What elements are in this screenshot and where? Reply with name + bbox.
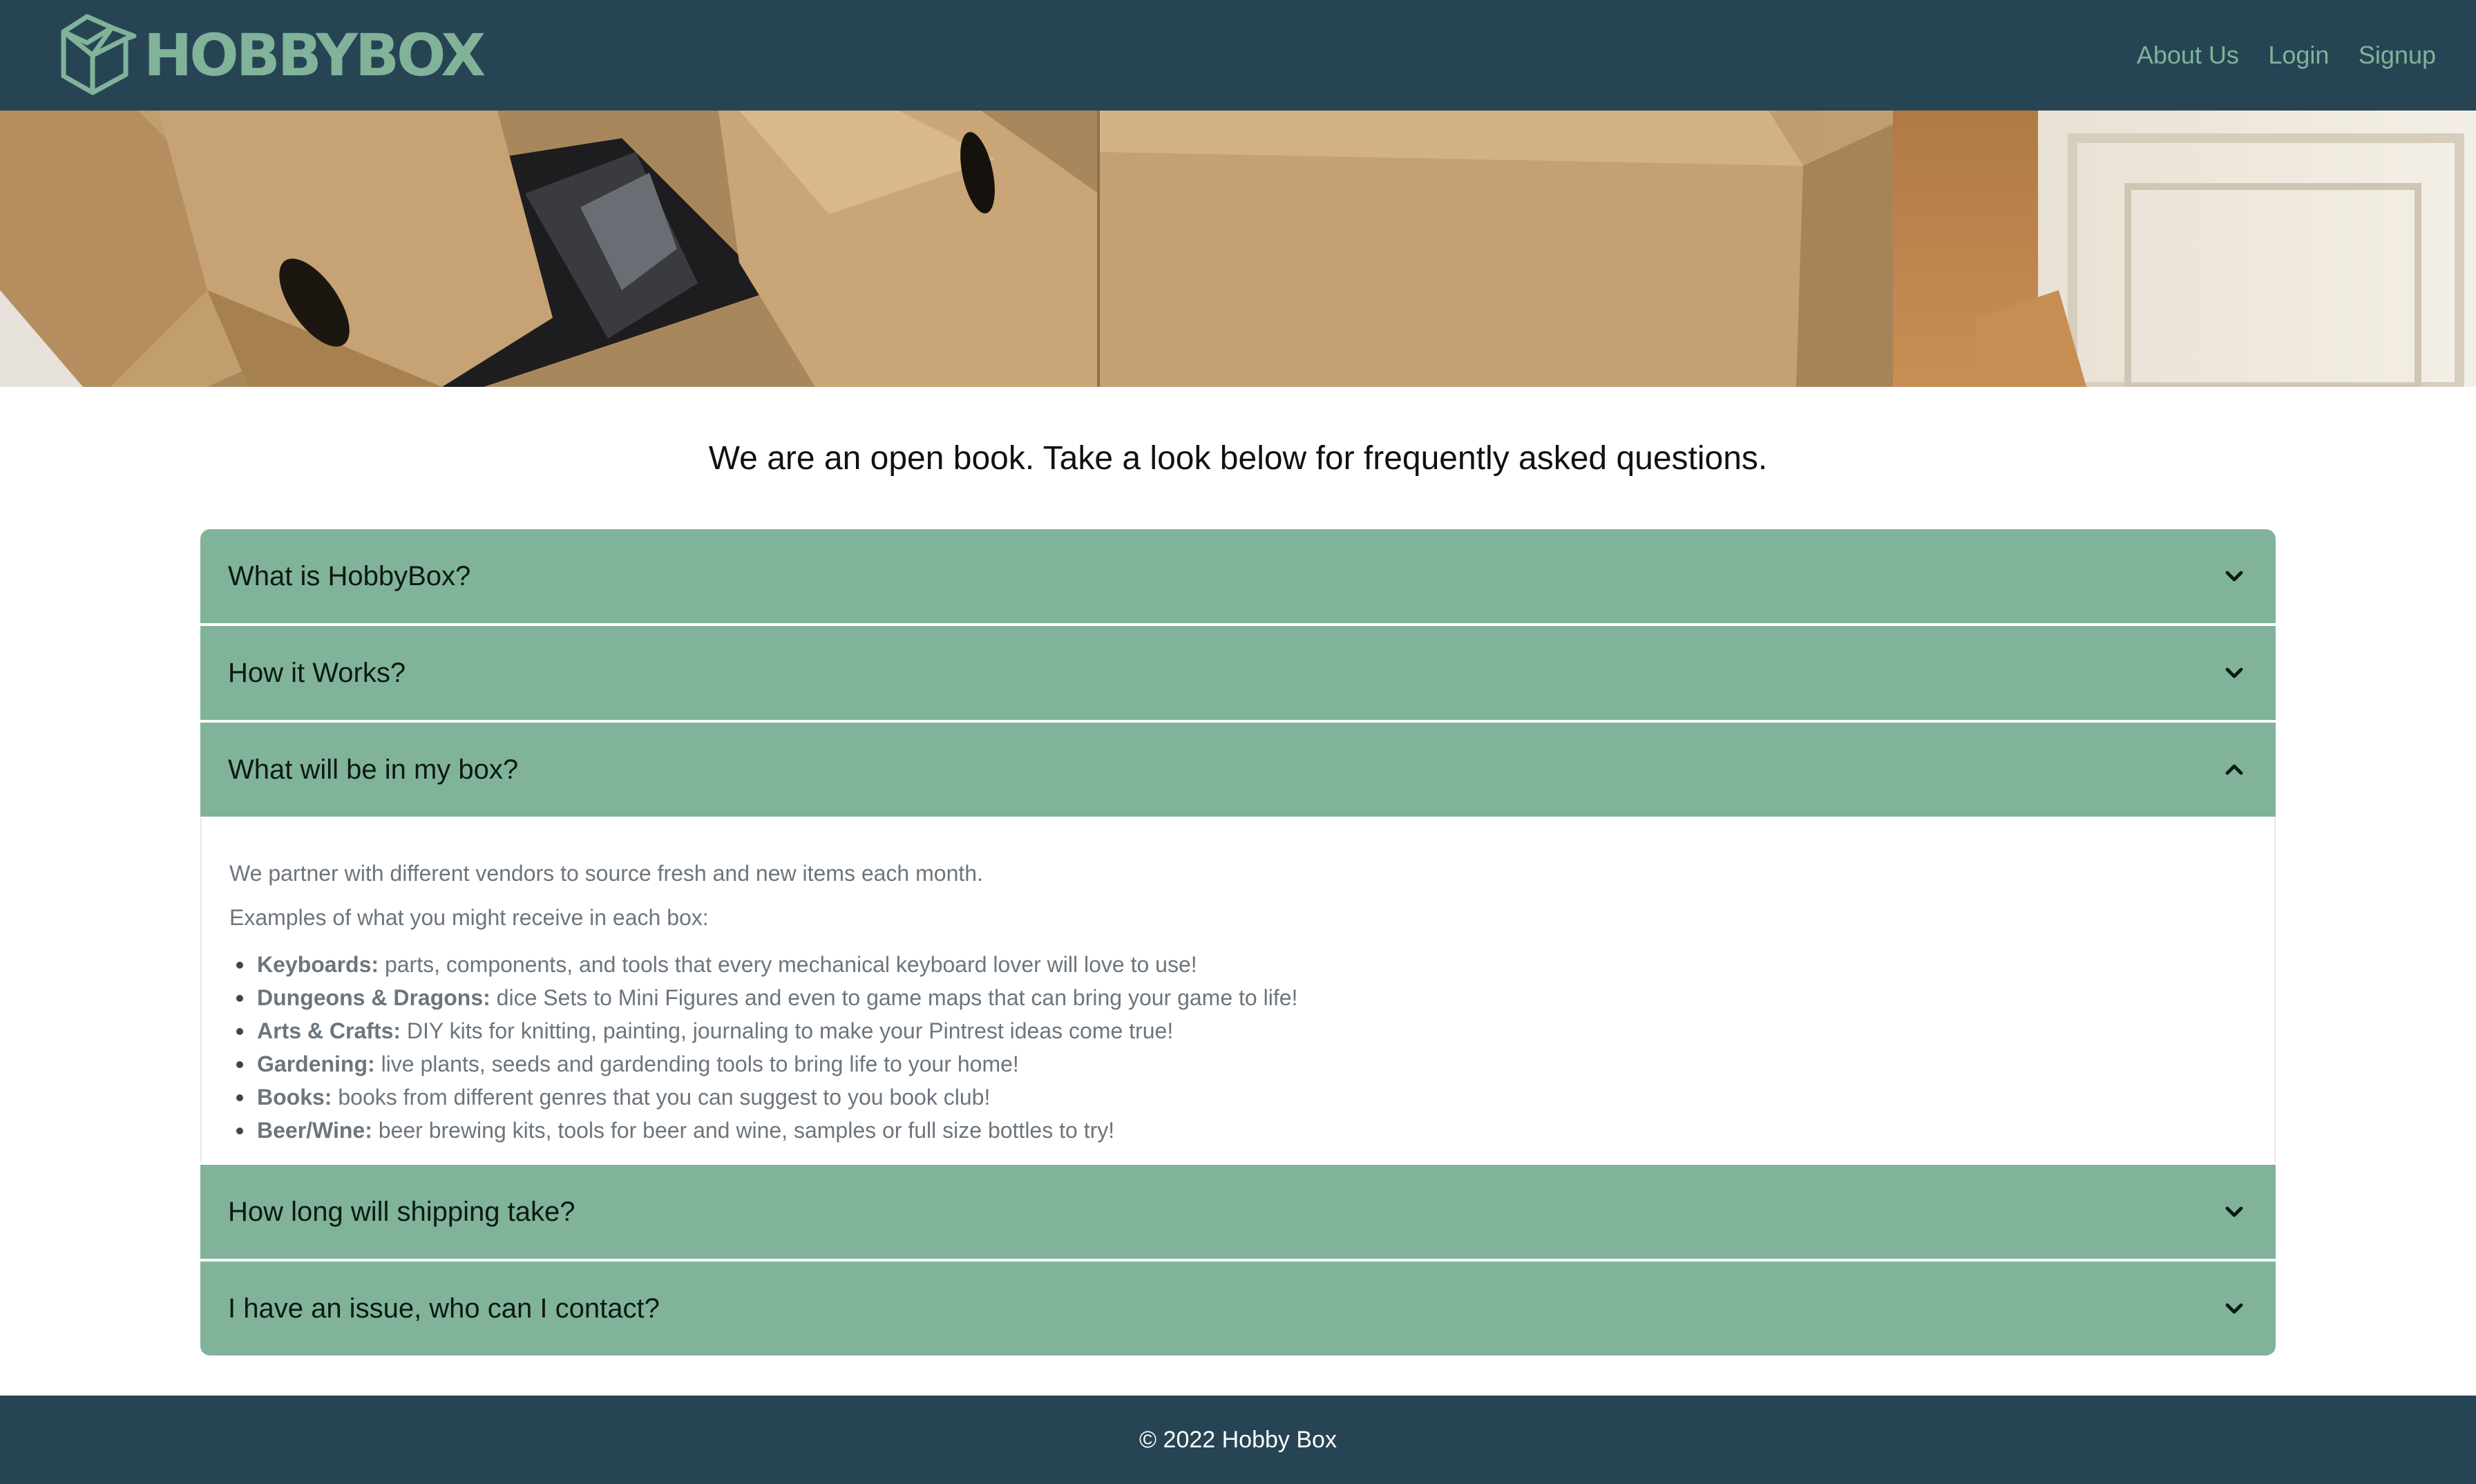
faq-answer-examples-label: Examples of what you might receive in ea… <box>229 905 709 930</box>
chevron-up-icon <box>2225 764 2243 775</box>
list-item-term: Keyboards: <box>257 952 379 977</box>
faq-item: I have an issue, who can I contact? <box>199 1260 2277 1357</box>
nav-login-link[interactable]: Login <box>2268 36 2329 75</box>
list-item-text: dice Sets to Mini Figures and even to ga… <box>490 985 1298 1010</box>
nav-about-us-link[interactable]: About Us <box>2137 36 2239 75</box>
list-item-term: Beer/Wine: <box>257 1118 372 1143</box>
list-item: Books: books from different genres that … <box>236 1081 2247 1114</box>
list-item: Gardening: live plants, seeds and garden… <box>236 1047 2247 1081</box>
faq-accordion: What is HobbyBox? How it Works? What wil… <box>199 528 2277 1357</box>
faq-item: How long will shipping take? <box>199 1163 2277 1260</box>
list-item-term: Arts & Crafts: <box>257 1018 401 1043</box>
faq-question-text: What is HobbyBox? <box>228 561 471 591</box>
hero-banner-image <box>0 111 2476 387</box>
list-item-text: books from different genres that you can… <box>332 1085 991 1110</box>
list-item-term: Dungeons & Dragons: <box>257 985 491 1010</box>
faq-intro-text: We are an open book. Take a look below f… <box>708 440 1768 477</box>
faq-item: How it Works? <box>199 625 2277 721</box>
faq-item: What is HobbyBox? <box>199 528 2277 625</box>
chevron-down-icon <box>2225 571 2243 582</box>
brand-logo[interactable]: HOBBYBOX <box>59 12 486 97</box>
chevron-down-icon <box>2225 1303 2243 1314</box>
list-item-term: Books: <box>257 1085 332 1110</box>
faq-question-contact[interactable]: I have an issue, who can I contact? <box>200 1262 2276 1355</box>
list-item: Arts & Crafts: DIY kits for knitting, pa… <box>236 1014 2247 1047</box>
box-examples-list: Keyboards: parts, components, and tools … <box>229 948 2247 1147</box>
faq-question-how-it-works[interactable]: How it Works? <box>200 626 2276 720</box>
faq-question-what-will-be-in-my-box[interactable]: What will be in my box? <box>200 723 2276 817</box>
faq-question-text: I have an issue, who can I contact? <box>228 1293 660 1324</box>
chevron-down-icon <box>2225 667 2243 678</box>
list-item-text: beer brewing kits, tools for beer and wi… <box>372 1118 1115 1143</box>
navbar: HOBBYBOX About Us Login Signup <box>0 0 2476 111</box>
nav-links: About Us Login Signup <box>2111 36 2436 75</box>
footer-copyright: © 2022 Hobby Box <box>1139 1427 1337 1453</box>
faq-item: What will be in my box? We partner with … <box>199 721 2277 1163</box>
list-item-text: parts, components, and tools that every … <box>379 952 1197 977</box>
list-item: Keyboards: parts, components, and tools … <box>236 948 2247 981</box>
faq-question-text: What will be in my box? <box>228 754 519 785</box>
open-box-icon <box>61 14 137 95</box>
faq-question-text: How long will shipping take? <box>228 1197 575 1227</box>
chevron-down-icon <box>2225 1206 2243 1217</box>
list-item-text: DIY kits for knitting, painting, journal… <box>401 1018 1174 1043</box>
brand-name: HOBBYBOX <box>144 21 486 89</box>
list-item-text: live plants, seeds and gardending tools … <box>374 1052 1019 1076</box>
list-item: Dungeons & Dragons: dice Sets to Mini Fi… <box>236 981 2247 1014</box>
cardboard-boxes-photo <box>0 111 2476 387</box>
faq-question-shipping-time[interactable]: How long will shipping take? <box>200 1165 2276 1259</box>
footer: © 2022 Hobby Box <box>0 1396 2476 1484</box>
list-item: Beer/Wine: beer brewing kits, tools for … <box>236 1114 2247 1147</box>
faq-question-text: How it Works? <box>228 658 406 688</box>
faq-question-what-is-hobbybox[interactable]: What is HobbyBox? <box>200 529 2276 623</box>
list-item-term: Gardening: <box>257 1052 375 1076</box>
faq-answer-panel: We partner with different vendors to sou… <box>200 817 2276 1162</box>
faq-answer-intro: We partner with different vendors to sou… <box>229 861 983 886</box>
nav-signup-link[interactable]: Signup <box>2359 36 2436 75</box>
